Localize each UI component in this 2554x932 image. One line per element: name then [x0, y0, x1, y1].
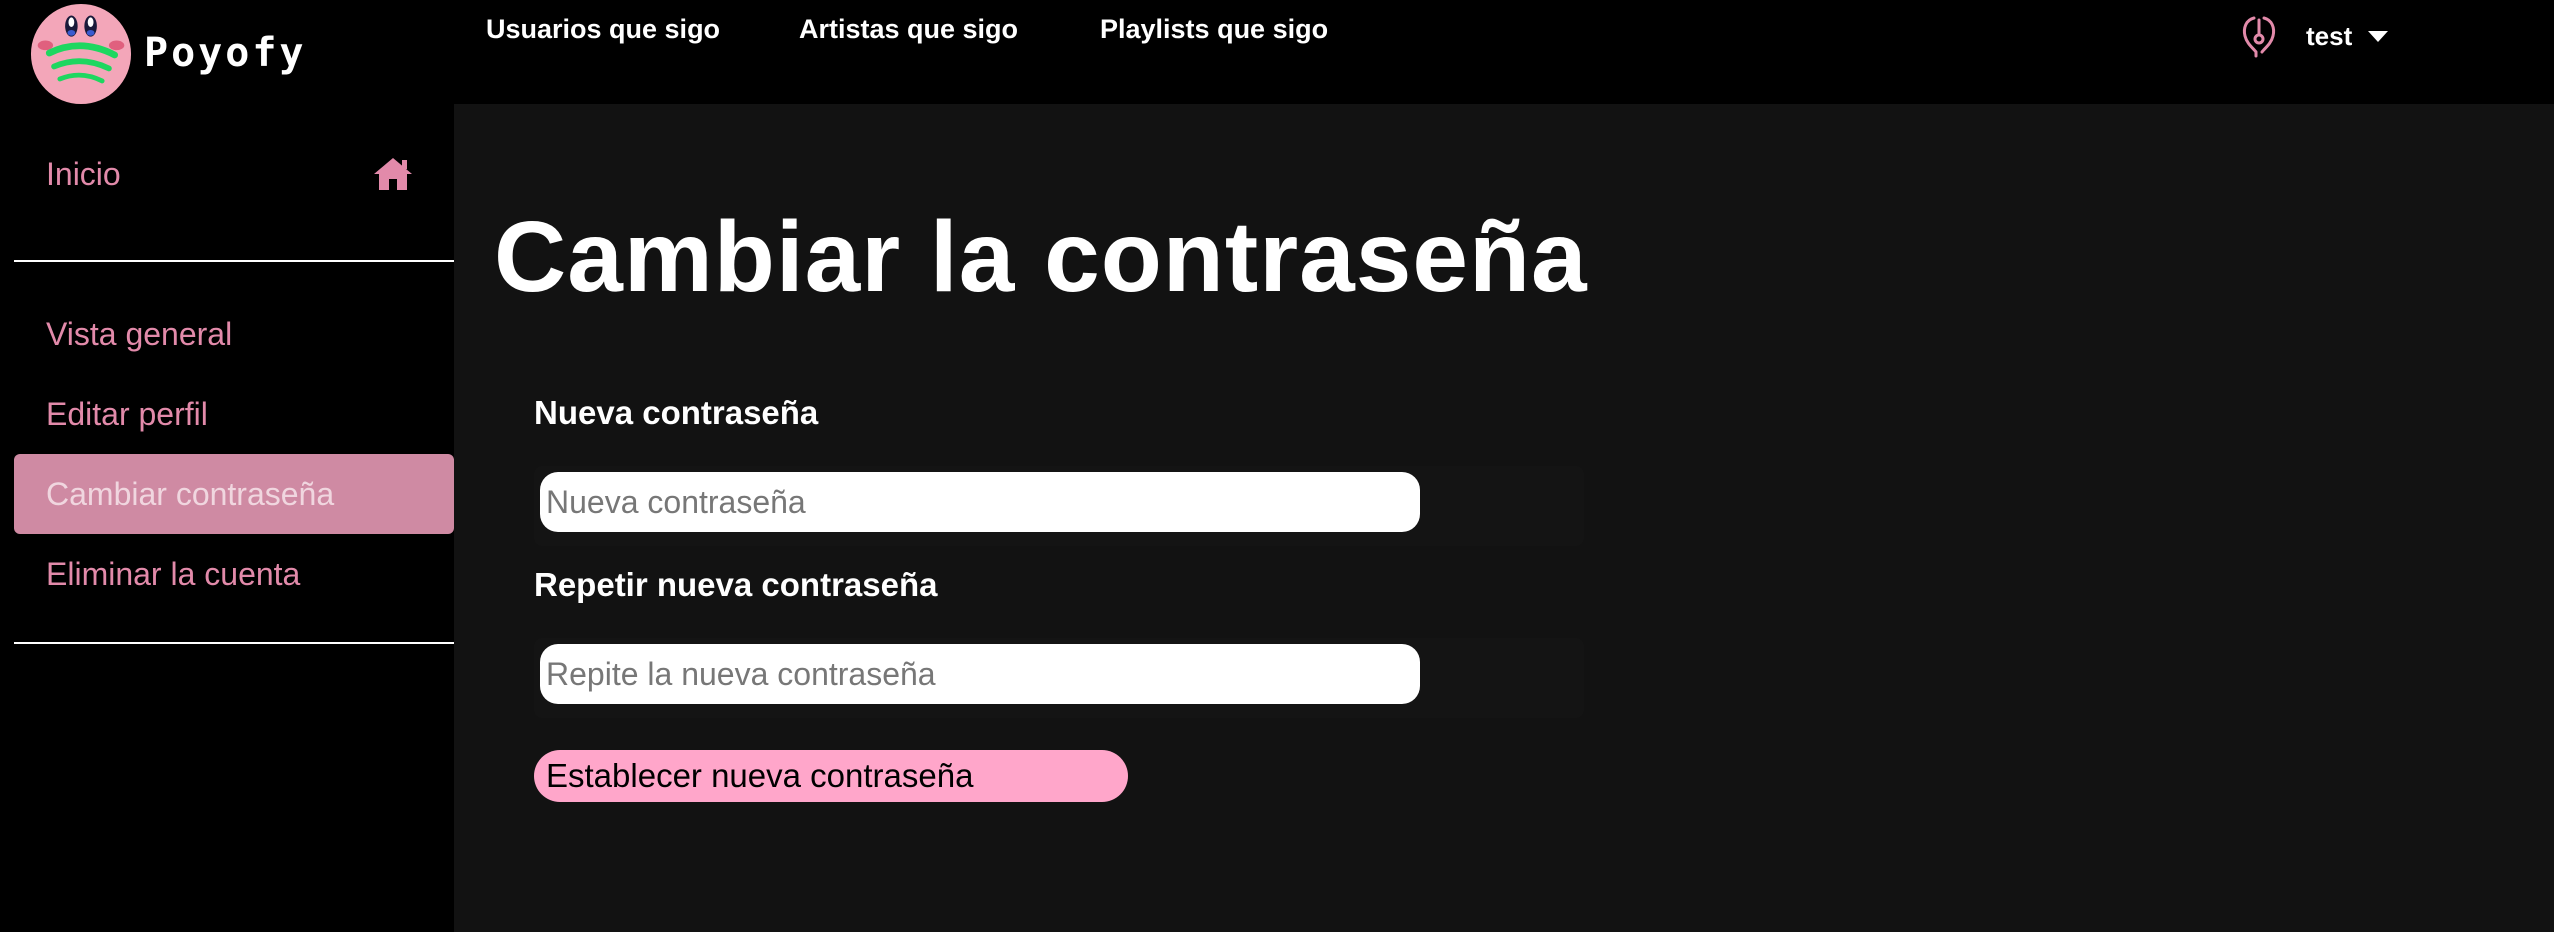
brand-name[interactable]: Poyofy [144, 30, 307, 76]
sidebar-item-label: Vista general [46, 315, 233, 352]
user-icon [2242, 16, 2276, 58]
sidebar-divider [14, 260, 454, 262]
nav-followed-artists[interactable]: Artistas que sigo [799, 14, 1018, 45]
new-password-input[interactable] [540, 472, 1420, 532]
sidebar-item-home[interactable]: Inicio [14, 134, 454, 214]
sidebar-item-label: Eliminar la cuenta [46, 555, 301, 592]
repeat-password-label: Repetir nueva contraseña [534, 566, 938, 603]
sidebar-item-label: Cambiar contraseña [46, 475, 335, 512]
main-content: Cambiar la contraseña Nueva contraseña R… [454, 104, 2554, 932]
nav-followed-users[interactable]: Usuarios que sigo [486, 14, 720, 45]
user-name: test [2306, 20, 2353, 51]
set-new-password-button[interactable]: Establecer nueva contraseña [534, 750, 1128, 802]
new-password-field [534, 466, 1584, 546]
sidebar-item-delete-account[interactable]: Eliminar la cuenta [14, 534, 454, 614]
logo-icon[interactable] [28, 3, 134, 105]
chevron-down-icon [2368, 30, 2389, 42]
repeat-password-input[interactable] [540, 644, 1420, 704]
sidebar-item-label: Inicio [46, 155, 121, 192]
user-menu[interactable]: test [2240, 14, 2389, 58]
page-title: Cambiar la contraseña [494, 201, 1588, 313]
repeat-password-field [534, 638, 1584, 718]
nav-followed-playlists[interactable]: Playlists que sigo [1100, 14, 1328, 45]
sidebar-item-change-password[interactable]: Cambiar contraseña [14, 454, 454, 534]
home-icon [374, 158, 412, 190]
top-bar: Poyofy Usuarios que sigo Artistas que si… [0, 0, 2554, 105]
sidebar: Inicio Vista general Editar perfil Cambi… [0, 104, 454, 932]
sidebar-item-overview[interactable]: Vista general [14, 294, 454, 374]
sidebar-item-edit-profile[interactable]: Editar perfil [14, 374, 454, 454]
new-password-label: Nueva contraseña [534, 394, 819, 431]
sidebar-item-label: Editar perfil [46, 395, 208, 432]
sidebar-divider [14, 642, 454, 644]
